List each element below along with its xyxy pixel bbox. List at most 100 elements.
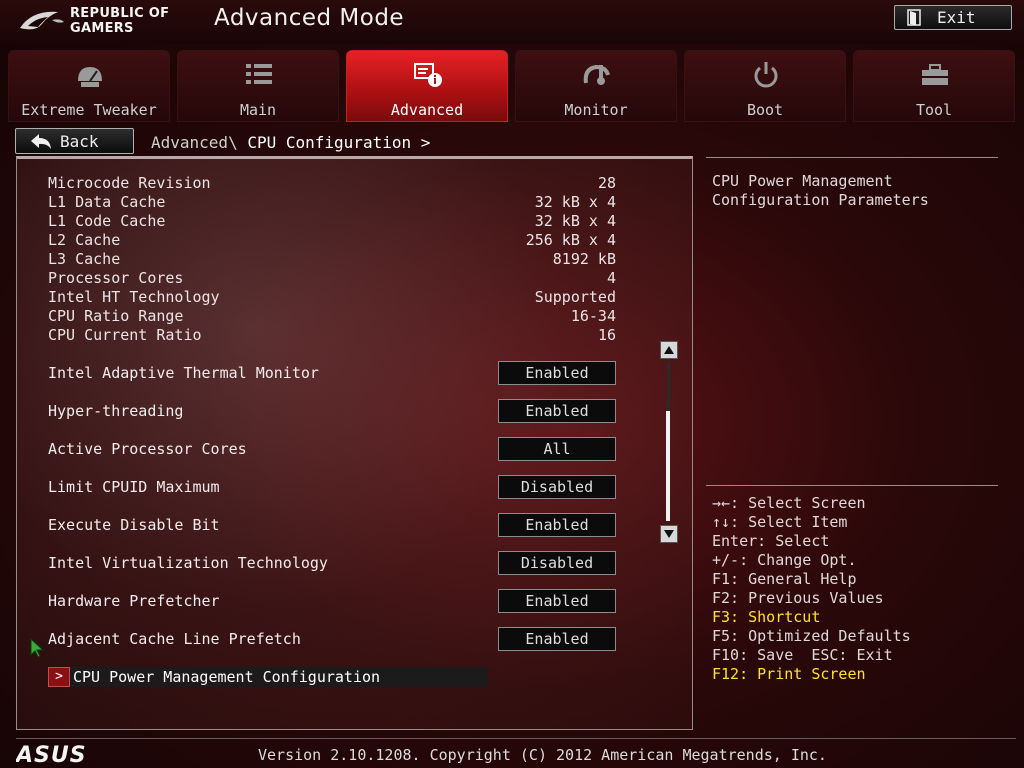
key-hint: F2: Previous Values	[712, 589, 884, 607]
info-label: L3 Cache	[48, 250, 121, 268]
submenu-arrow-icon: >	[48, 667, 70, 687]
info-value: 32 kB x 4	[534, 193, 616, 211]
tab-label: Monitor	[564, 101, 628, 119]
back-arrow-icon	[31, 134, 51, 149]
info-value: 32 kB x 4	[534, 212, 616, 230]
rog-logo: REPUBLIC OF GAMERS	[18, 4, 188, 40]
setting-value-dropdown[interactable]: All	[498, 437, 616, 461]
breadcrumb-current: CPU Configuration	[247, 133, 412, 152]
tab-label: Boot	[746, 101, 784, 119]
rog-eye-icon	[20, 11, 64, 30]
submenu-label: CPU Power Management Configuration	[73, 668, 381, 686]
info-value: 8192 kB	[552, 250, 616, 268]
info-label: Intel HT Technology	[48, 288, 220, 306]
setting-value-dropdown[interactable]: Enabled	[498, 399, 616, 423]
setting-value-dropdown[interactable]: Enabled	[498, 627, 616, 651]
scrollbar-thumb[interactable]	[666, 411, 670, 521]
info-row: L1 Code Cache 32 kB x 4	[48, 212, 616, 231]
setting-value-dropdown[interactable]: Disabled	[498, 475, 616, 499]
brand-line-1: REPUBLIC OF	[70, 6, 170, 21]
tab-monitor[interactable]: Monitor	[515, 50, 677, 122]
setting-label: Active Processor Cores	[48, 440, 247, 458]
info-label: CPU Current Ratio	[48, 326, 202, 344]
arrow-up-icon	[664, 346, 674, 354]
mouse-cursor-icon	[30, 638, 44, 658]
help-divider	[706, 157, 998, 158]
key-hint: Enter: Select	[712, 532, 830, 550]
info-row: Intel HT Technology Supported	[48, 288, 616, 307]
setting-label: Hyper-threading	[48, 402, 184, 420]
tab-tool[interactable]: Tool	[853, 50, 1015, 122]
tab-label: Advanced	[390, 101, 464, 119]
setting-label: Hardware Prefetcher	[48, 592, 220, 610]
back-label: Back	[60, 132, 99, 151]
tab-label: Extreme Tweaker	[21, 101, 157, 119]
key-hint-shortcut[interactable]: F3: Shortcut	[712, 608, 1012, 627]
exit-door-icon	[907, 9, 921, 26]
key-hint-print-screen[interactable]: F12: Print Screen	[712, 665, 1012, 684]
info-row: L2 Cache 256 kB x 4	[48, 231, 616, 250]
submenu-cpu-power-management[interactable]: > CPU Power Management Configuration	[48, 667, 488, 687]
exit-label: Exit	[937, 8, 976, 27]
key-hint: F1: General Help	[712, 570, 857, 588]
info-value: 4	[606, 269, 616, 287]
info-value: Supported	[534, 288, 616, 306]
toolbox-icon	[922, 64, 948, 85]
setting-label: Adjacent Cache Line Prefetch	[48, 630, 301, 648]
brand-line-2: GAMERS	[70, 21, 134, 36]
tab-main[interactable]: Main	[177, 50, 339, 122]
key-hint: ↑↓: Select Item	[712, 513, 848, 531]
key-legend: →←: Select Screen ↑↓: Select Item Enter:…	[712, 494, 1012, 684]
list-icon	[246, 64, 272, 84]
info-label: L1 Data Cache	[48, 193, 166, 211]
setting-row: Active Processor Cores All	[48, 437, 616, 461]
tab-boot[interactable]: Boot	[684, 50, 846, 122]
monitor-gauge-icon	[583, 64, 610, 85]
setting-row: Intel Virtualization Technology Disabled	[48, 551, 616, 575]
key-hint: →←: Select Screen	[712, 494, 866, 512]
setting-row: Execute Disable Bit Enabled	[48, 513, 616, 537]
tab-label: Main	[239, 101, 277, 119]
setting-value-dropdown[interactable]: Enabled	[498, 361, 616, 385]
key-hint: +/-: Change Opt.	[712, 551, 857, 569]
key-hint: F5: Optimized Defaults	[712, 627, 911, 645]
setting-value-dropdown[interactable]: Enabled	[498, 589, 616, 613]
info-row: L3 Cache 8192 kB	[48, 250, 616, 269]
tab-label: Tool	[915, 101, 953, 119]
asus-logo: ASUS	[16, 743, 87, 766]
info-label: L1 Code Cache	[48, 212, 166, 230]
setting-label: Intel Virtualization Technology	[48, 554, 328, 572]
setting-value-dropdown[interactable]: Disabled	[498, 551, 616, 575]
tab-advanced[interactable]: Advanced	[346, 50, 508, 122]
info-value: 256 kB x 4	[525, 231, 616, 249]
tab-extreme-tweaker[interactable]: Extreme Tweaker	[8, 50, 170, 122]
setting-row: Adjacent Cache Line Prefetch Enabled	[48, 627, 616, 651]
page-title: Advanced Mode	[214, 5, 405, 31]
info-label: Processor Cores	[48, 269, 184, 287]
arrow-down-icon	[664, 530, 674, 538]
info-label: L2 Cache	[48, 231, 121, 249]
scroll-down-button[interactable]	[660, 525, 678, 543]
svg-text:ASUS: ASUS	[16, 743, 87, 766]
settings-panel: Microcode Revision 28 L1 Data Cache 32 k…	[16, 156, 693, 730]
header-bar: REPUBLIC OF GAMERS Advanced Mode Exit	[0, 0, 1024, 44]
breadcrumb: Advanced\ CPU Configuration >	[151, 133, 430, 152]
scroll-up-button[interactable]	[660, 341, 678, 359]
setting-row: Hyper-threading Enabled	[48, 399, 616, 423]
breadcrumb-parent[interactable]: Advanced\	[151, 133, 238, 152]
info-row: CPU Ratio Range 16-34	[48, 307, 616, 326]
setting-row: Intel Adaptive Thermal Monitor Enabled	[48, 361, 616, 385]
info-row: Microcode Revision 28	[48, 174, 616, 193]
info-value: 16-34	[570, 307, 616, 325]
breadcrumb-separator: >	[420, 133, 431, 152]
info-label: CPU Ratio Range	[48, 307, 184, 325]
version-footer: Version 2.10.1208. Copyright (C) 2012 Am…	[258, 746, 827, 764]
extreme-tweaker-icon	[78, 67, 102, 87]
setting-label: Limit CPUID Maximum	[48, 478, 220, 496]
exit-button[interactable]: Exit	[894, 5, 1012, 30]
help-description: CPU Power Management Configuration Param…	[712, 172, 929, 209]
info-label: Microcode Revision	[48, 174, 211, 192]
back-button[interactable]: Back	[15, 128, 134, 154]
key-hint: F10: Save ESC: Exit	[712, 646, 893, 664]
setting-value-dropdown[interactable]: Enabled	[498, 513, 616, 537]
